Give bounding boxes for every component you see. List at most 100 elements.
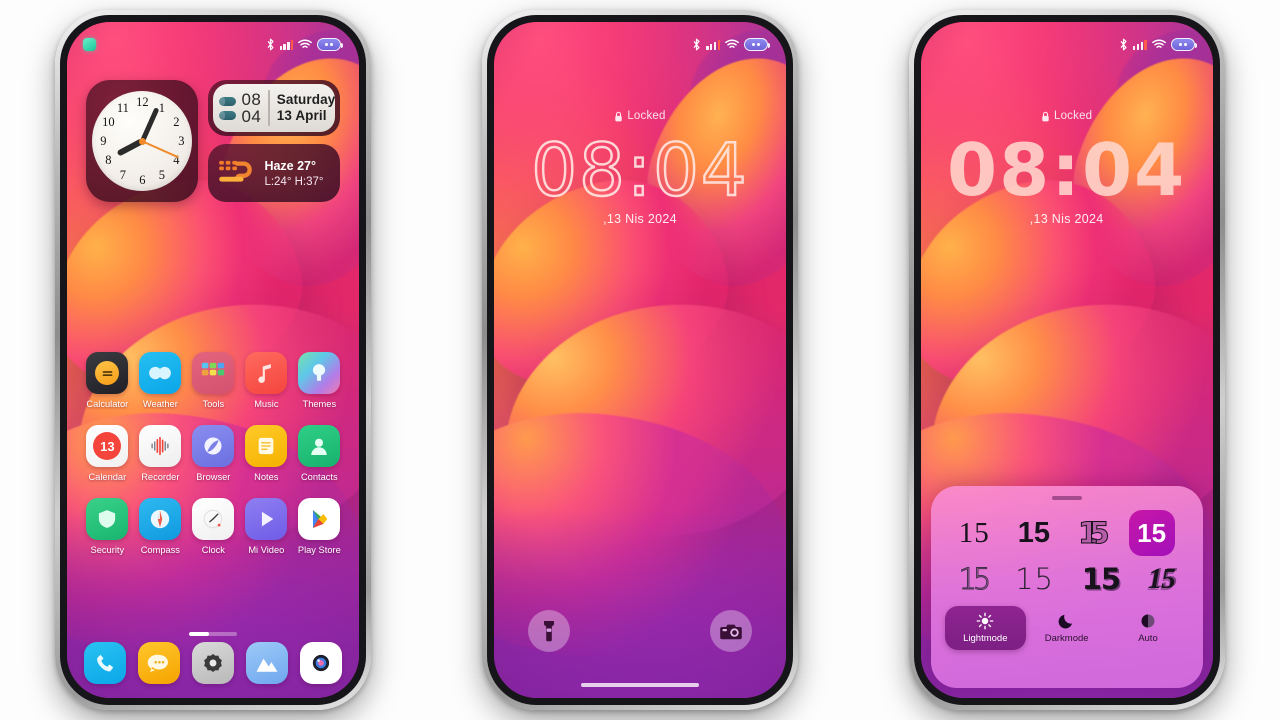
app-clock[interactable]: Clock [187, 498, 239, 555]
notes-icon [245, 425, 288, 467]
flashlight-shortcut-button[interactable] [527, 610, 570, 652]
app-mi-video[interactable]: Mi Video [240, 498, 292, 555]
cellular-signal-icon [706, 39, 720, 50]
locked-label: Locked [627, 110, 666, 122]
widget-area: 12 1 2 3 4 5 6 7 8 9 10 11 08 04 Saturda… [86, 80, 341, 202]
clock-numeral: 9 [100, 133, 107, 148]
sun-icon [976, 612, 994, 630]
font-option-3[interactable]: 15 [1078, 518, 1111, 548]
font-option-6[interactable]: 15 [1015, 564, 1054, 594]
lock-screen: Locked 08:04 ,13 Nis 2024 [494, 22, 786, 698]
app-contacts[interactable]: Contacts [293, 425, 345, 482]
font-option-2[interactable]: 15 [1018, 518, 1050, 548]
widget-pegs-icon [219, 96, 237, 120]
screenshot-stage: 12 1 2 3 4 5 6 7 8 9 10 11 08 04 Saturda… [0, 0, 1280, 720]
haze-icon [219, 160, 253, 182]
mode-lightmode-button[interactable]: Lightmode [944, 606, 1026, 650]
mode-auto-button[interactable]: Auto [1107, 606, 1188, 650]
calendar-day: 13 [93, 432, 122, 460]
clock-numeral: 5 [158, 167, 165, 182]
gallery-icon [246, 642, 289, 684]
browser-icon [192, 425, 235, 467]
clock-icon [192, 498, 235, 540]
phone-bezel: 12 1 2 3 4 5 6 7 8 9 10 11 08 04 Saturda… [60, 15, 367, 705]
phone-icon [84, 642, 127, 684]
app-security[interactable]: Security [81, 498, 133, 555]
app-themes[interactable]: Themes [293, 352, 345, 409]
security-shield-icon [86, 498, 129, 540]
app-music[interactable]: Music [240, 352, 292, 409]
time-date-widget[interactable]: 08 04 Saturday 13 April [208, 80, 341, 136]
lockscreen-date: ,13 Nis 2024 [603, 212, 677, 226]
app-label: Clock [201, 545, 225, 555]
app-label: Mi Video [248, 545, 285, 555]
camera-icon [720, 624, 742, 639]
clock-numeral: 8 [105, 152, 112, 167]
dock-settings[interactable] [187, 642, 239, 684]
app-label: Notes [254, 472, 279, 482]
dock-gallery[interactable] [241, 642, 293, 684]
recorder-icon [139, 425, 182, 467]
video-play-icon [245, 498, 288, 540]
app-recorder[interactable]: Recorder [134, 425, 186, 482]
font-option-1[interactable]: 15 [959, 518, 990, 548]
app-browser[interactable]: Browser [187, 425, 239, 482]
lockscreen-clock: 08:04 [530, 128, 749, 212]
music-icon [245, 352, 288, 394]
app-weather[interactable]: Weather [134, 352, 186, 409]
clock-center-pin [138, 137, 146, 145]
flashlight-icon [543, 621, 554, 642]
app-label: Tools [202, 399, 225, 409]
dock-phone[interactable] [79, 642, 131, 684]
font-option-4-selected[interactable]: 15 [1128, 510, 1175, 556]
compass-icon [139, 498, 182, 540]
app-calendar[interactable]: 13 Calendar [81, 425, 133, 482]
cellular-signal-icon [1132, 39, 1147, 50]
wifi-icon [1151, 38, 1166, 48]
app-label: Recorder [141, 472, 180, 482]
phone-mockup-font-picker: Locked 08:04 ,13 Nis 2024 15 15 15 15 15… [908, 10, 1225, 710]
app-label: Weather [142, 399, 178, 409]
home-indicator-bar[interactable] [580, 683, 699, 687]
wifi-icon [725, 38, 739, 48]
dock [79, 642, 347, 684]
app-tools[interactable]: Tools [187, 352, 239, 409]
lockscreen-clock: 08:04 [947, 128, 1187, 212]
mode-darkmode-button[interactable]: Darkmode [1026, 606, 1107, 650]
font-option-7[interactable]: 15 [1082, 564, 1121, 594]
dock-camera[interactable] [295, 642, 347, 684]
font-option-8[interactable]: 15 [1148, 564, 1176, 594]
widget-minute: 04 [241, 107, 262, 126]
phone-mockup-lockscreen: Locked 08:04 ,13 Nis 2024 [481, 10, 798, 710]
auto-contrast-icon [1141, 614, 1155, 628]
app-calculator[interactable]: Calculator [81, 352, 133, 409]
phone-mockup-home: 12 1 2 3 4 5 6 7 8 9 10 11 08 04 Saturda… [55, 10, 372, 710]
lockscreen-date: ,13 Nis 2024 [1029, 212, 1104, 226]
widget-divider [268, 90, 270, 126]
mode-label: Darkmode [1044, 633, 1089, 644]
app-notes[interactable]: Notes [240, 425, 292, 482]
camera-icon [300, 642, 343, 684]
analog-clock-widget[interactable]: 12 1 2 3 4 5 6 7 8 9 10 11 [86, 80, 199, 202]
moon-icon [1058, 614, 1072, 629]
page-indicator[interactable] [189, 632, 238, 636]
weather-widget[interactable]: Haze 27° L:24° H:37° [208, 144, 341, 202]
lock-icon [615, 111, 623, 121]
app-compass[interactable]: Compass [134, 498, 186, 555]
app-label: Music [254, 399, 279, 409]
dock-messages[interactable] [133, 642, 185, 684]
app-grid: Calculator Weather Tools Music Themes 13… [81, 352, 345, 571]
clock-face: 12 1 2 3 4 5 6 7 8 9 10 11 [92, 91, 193, 191]
app-label: Security [90, 545, 125, 555]
home-screen: 12 1 2 3 4 5 6 7 8 9 10 11 08 04 Saturda… [67, 22, 359, 698]
app-play-store[interactable]: Play Store [293, 498, 345, 555]
themes-icon [298, 352, 341, 394]
settings-gear-icon [192, 642, 235, 684]
camera-shortcut-button[interactable] [709, 610, 752, 652]
font-option-5[interactable]: 15 [958, 564, 992, 594]
app-row-3: Security Compass Clock Mi Video Play Sto… [81, 498, 345, 555]
bluetooth-icon [1120, 38, 1127, 50]
clock-second-hand [142, 140, 180, 159]
sheet-grabber[interactable] [1051, 496, 1082, 500]
locked-status: Locked [494, 110, 786, 122]
